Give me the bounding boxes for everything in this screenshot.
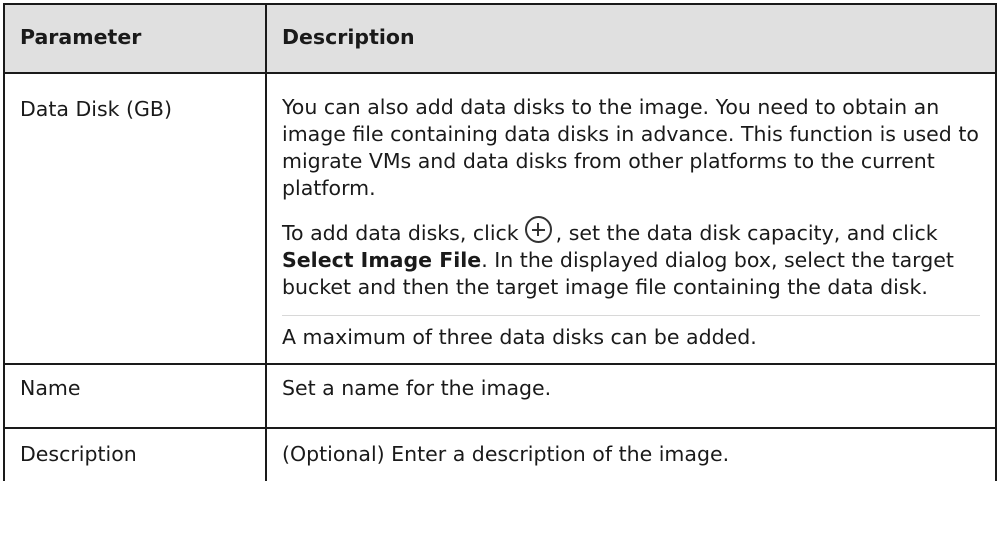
header-parameter: Parameter xyxy=(3,3,267,74)
table-row: Description (Optional) Enter a descripti… xyxy=(3,427,997,481)
param-data-disk: Data Disk (GB) xyxy=(3,72,267,365)
param-name: Name xyxy=(3,363,267,429)
desc-paragraph: To add data disks, click , set the data d… xyxy=(282,216,980,301)
desc-name: Set a name for the image. xyxy=(265,363,997,429)
param-description: Description xyxy=(3,427,267,481)
desc-paragraph: You can also add data disks to the image… xyxy=(282,95,979,200)
desc-text: To add data disks, click xyxy=(282,221,519,245)
table-row: Data Disk (GB) You can also add data dis… xyxy=(3,72,997,365)
select-image-file-label: Select Image File xyxy=(282,248,482,272)
desc-paragraph: A maximum of three data disks can be add… xyxy=(282,315,980,351)
table-row: Name Set a name for the image. xyxy=(3,363,997,429)
table-header-row: Parameter Description xyxy=(3,3,997,74)
header-description: Description xyxy=(265,3,997,74)
parameter-table: Parameter Description Data Disk (GB) You… xyxy=(3,3,997,481)
desc-description: (Optional) Enter a description of the im… xyxy=(265,427,997,481)
add-circle-icon xyxy=(524,216,552,243)
desc-data-disk: You can also add data disks to the image… xyxy=(265,72,997,365)
desc-text: , set the data disk capacity, and click xyxy=(555,221,938,245)
